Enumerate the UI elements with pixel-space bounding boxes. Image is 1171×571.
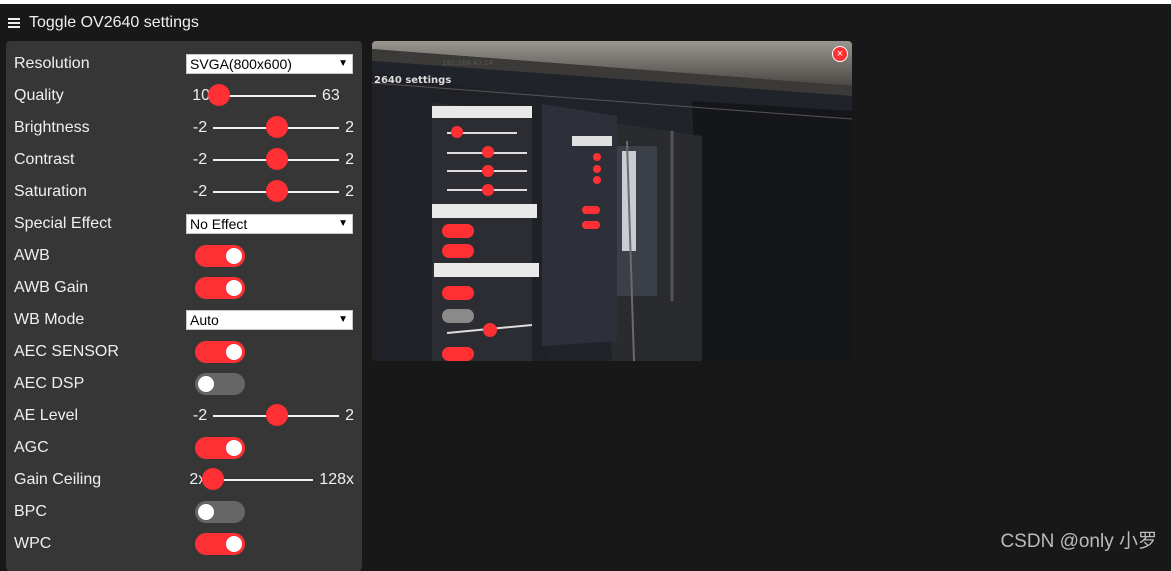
aec-dsp-row: AEC DSP — [14, 368, 354, 400]
saturation-max: 2 — [345, 183, 354, 200]
awb-row: AWB — [14, 240, 354, 272]
toggle-knob — [226, 440, 242, 456]
wb-mode-row: WB Mode Auto ▼ — [14, 304, 354, 336]
gain-ceiling-row: Gain Ceiling 2x 128x — [14, 464, 354, 496]
quality-slider-thumb[interactable] — [208, 84, 230, 106]
bpc-row: BPC — [14, 496, 354, 528]
agc-toggle[interactable] — [195, 437, 245, 459]
ae-level-slider-thumb[interactable] — [266, 404, 289, 426]
aec-sensor-label: AEC SENSOR — [14, 343, 119, 360]
quality-label: Quality — [14, 87, 64, 104]
toggle-knob — [226, 344, 242, 360]
gain-ceiling-max: 128x — [319, 471, 354, 488]
ae-level-label: AE Level — [14, 407, 79, 424]
brightness-max: 2 — [345, 119, 354, 136]
saturation-row: Saturation -2 2 — [14, 176, 354, 208]
ae-level-slider[interactable] — [213, 404, 340, 426]
brightness-label: Brightness — [14, 119, 90, 136]
awb-gain-row: AWB Gain — [14, 272, 354, 304]
ae-level-row: AE Level -2 2 — [14, 400, 354, 432]
toggle-knob — [226, 280, 242, 296]
toggle-knob — [198, 376, 214, 392]
bpc-label: BPC — [14, 503, 47, 520]
settings-toggle-header[interactable]: Toggle OV2640 settings — [8, 13, 199, 33]
aec-sensor-toggle[interactable] — [195, 341, 245, 363]
saturation-slider[interactable] — [213, 180, 340, 202]
header-title: Toggle OV2640 settings — [29, 14, 199, 31]
special-effect-select[interactable]: No Effect ▼ — [186, 214, 353, 234]
saturation-slider-thumb[interactable] — [266, 180, 289, 202]
dropdown-arrow-icon: ▼ — [338, 314, 348, 325]
resolution-select[interactable]: SVGA(800x600) ▼ — [186, 54, 353, 74]
contrast-row: Contrast -2 2 — [14, 144, 354, 176]
brightness-slider-thumb[interactable] — [266, 116, 289, 138]
agc-label: AGC — [14, 439, 49, 456]
dropdown-arrow-icon: ▼ — [338, 58, 348, 69]
contrast-label: Contrast — [14, 151, 75, 168]
saturation-range: -2 2 — [183, 180, 354, 202]
brightness-slider[interactable] — [213, 116, 340, 138]
special-effect-label: Special Effect — [14, 215, 112, 232]
contrast-slider-thumb[interactable] — [266, 148, 289, 170]
awb-label: AWB — [14, 247, 50, 264]
camera-frame-image: 2640 settings 192.168.43.14 — [372, 41, 852, 361]
special-effect-row: Special Effect No Effect ▼ — [14, 208, 354, 240]
gain-ceiling-range: 2x 128x — [182, 468, 354, 490]
brightness-min: -2 — [192, 119, 208, 136]
quality-max: 63 — [322, 87, 340, 104]
gain-ceiling-slider[interactable] — [202, 468, 314, 490]
saturation-min: -2 — [192, 183, 208, 200]
quality-range: 10 63 — [186, 84, 340, 106]
saturation-label: Saturation — [14, 183, 87, 200]
quality-row: Quality 10 63 — [14, 80, 354, 112]
aec-dsp-toggle[interactable] — [195, 373, 245, 395]
toggle-knob — [226, 536, 242, 552]
gain-ceiling-slider-thumb[interactable] — [202, 468, 225, 490]
wb-mode-select[interactable]: Auto ▼ — [186, 310, 353, 330]
toggle-knob — [198, 504, 214, 520]
hamburger-menu-icon — [8, 18, 20, 28]
resolution-row: Resolution SVGA(800x600) ▼ — [14, 48, 354, 80]
top-border — [0, 0, 1171, 4]
bpc-toggle[interactable] — [195, 501, 245, 523]
awb-gain-label: AWB Gain — [14, 279, 89, 296]
awb-toggle[interactable] — [195, 245, 245, 267]
close-stream-button[interactable]: × — [832, 46, 848, 62]
screen-text: 2640 settings — [374, 75, 451, 86]
ae-level-max: 2 — [345, 407, 354, 424]
ae-level-range: -2 2 — [183, 404, 354, 426]
contrast-range: -2 2 — [183, 148, 354, 170]
ae-level-min: -2 — [192, 407, 208, 424]
settings-panel: Resolution SVGA(800x600) ▼ Quality 10 63… — [6, 41, 362, 571]
wpc-row: WPC — [14, 528, 354, 560]
brightness-row: Brightness -2 2 — [14, 112, 354, 144]
wpc-label: WPC — [14, 535, 52, 552]
quality-min: 10 — [192, 87, 210, 104]
resolution-label: Resolution — [14, 55, 90, 72]
brightness-range: -2 2 — [183, 116, 354, 138]
contrast-max: 2 — [345, 151, 354, 168]
agc-row: AGC — [14, 432, 354, 464]
aec-sensor-row: AEC SENSOR — [14, 336, 354, 368]
gain-ceiling-label: Gain Ceiling — [14, 471, 102, 488]
camera-stream: 2640 settings 192.168.43.14 — [372, 41, 852, 361]
aec-dsp-label: AEC DSP — [14, 375, 85, 392]
toggle-knob — [226, 248, 242, 264]
wb-mode-label: WB Mode — [14, 311, 85, 328]
contrast-min: -2 — [192, 151, 208, 168]
dropdown-arrow-icon: ▼ — [338, 218, 348, 229]
wb-mode-value: Auto — [190, 312, 219, 328]
watermark-text: CSDN @only 小罗 — [1000, 531, 1157, 552]
quality-slider[interactable] — [208, 84, 316, 106]
special-effect-value: No Effect — [190, 216, 248, 232]
resolution-value: SVGA(800x600) — [190, 56, 292, 72]
screen-url: 192.168.43.14 — [442, 59, 494, 67]
wpc-toggle[interactable] — [195, 533, 245, 555]
contrast-slider[interactable] — [213, 148, 340, 170]
awb-gain-toggle[interactable] — [195, 277, 245, 299]
